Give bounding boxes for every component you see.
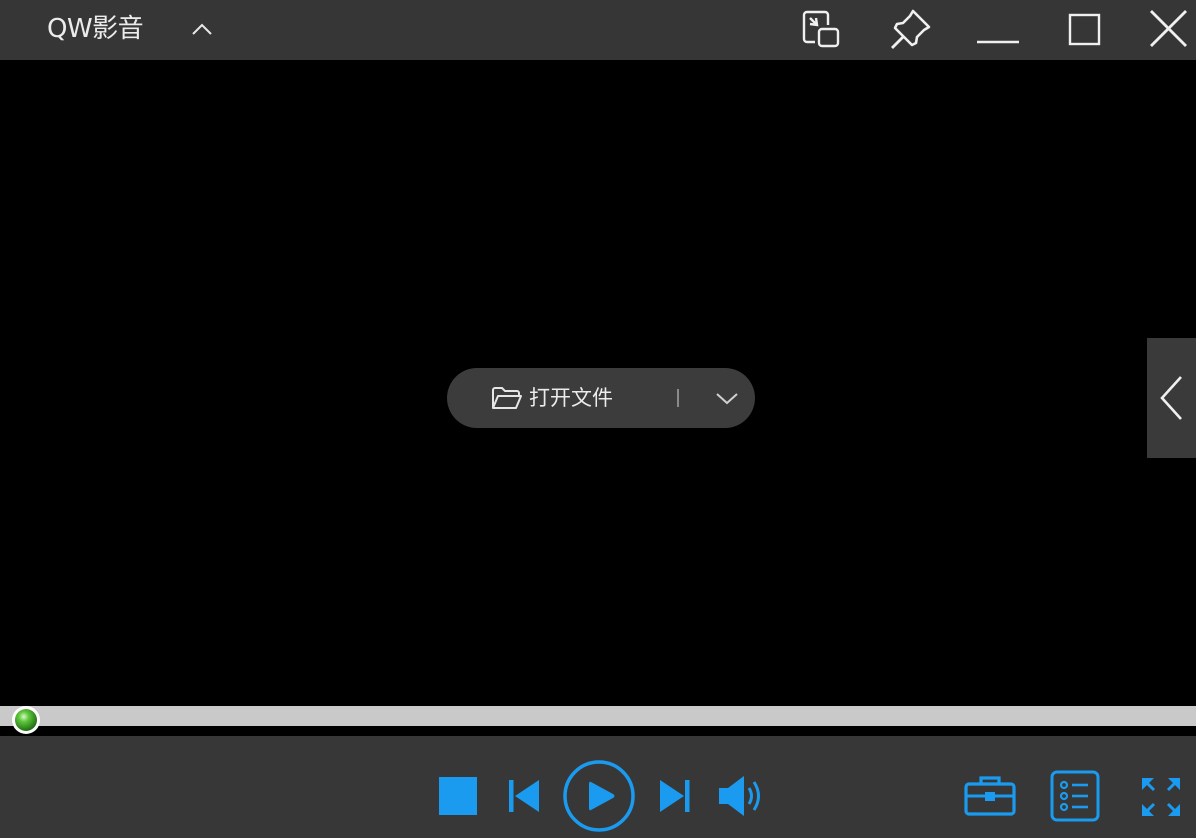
minimize-button[interactable]	[973, 5, 1023, 55]
minimize-icon	[977, 40, 1019, 44]
mini-mode-icon	[802, 10, 840, 48]
maximize-icon	[1068, 13, 1101, 46]
open-file-control: 打开文件	[447, 368, 755, 428]
seek-knob[interactable]	[11, 705, 41, 735]
fullscreen-button[interactable]	[1138, 774, 1184, 820]
open-file-label: 打开文件	[529, 386, 613, 410]
volume-button[interactable]	[716, 774, 764, 818]
side-panel-toggle[interactable]	[1147, 338, 1196, 458]
control-bar	[0, 736, 1196, 838]
chevron-down-icon	[716, 393, 738, 405]
maximize-button[interactable]	[1059, 5, 1109, 55]
fullscreen-icon	[1142, 778, 1180, 816]
seek-knob-icon	[12, 706, 40, 734]
title-bar: QW影音	[0, 0, 1196, 60]
seek-bar[interactable]	[0, 706, 1196, 726]
next-icon	[660, 780, 690, 812]
play-button[interactable]	[562, 759, 636, 833]
pin-icon	[891, 9, 931, 49]
play-icon	[563, 760, 635, 832]
stop-button[interactable]	[438, 776, 478, 816]
folder-icon	[492, 387, 522, 409]
pin-button[interactable]	[885, 5, 935, 55]
close-icon	[1150, 10, 1187, 47]
seek-bar-gap	[0, 726, 1196, 736]
previous-button[interactable]	[505, 778, 543, 814]
open-file-button[interactable]: 打开文件	[447, 368, 667, 428]
volume-icon	[719, 776, 760, 816]
stop-icon	[439, 777, 477, 815]
playlist-button[interactable]	[1050, 770, 1100, 822]
collapse-menu-button[interactable]	[186, 14, 218, 46]
toolbox-icon	[964, 776, 1016, 816]
previous-icon	[509, 780, 539, 812]
chevron-left-icon	[1160, 376, 1182, 420]
open-file-divider	[677, 389, 679, 407]
close-button[interactable]	[1144, 5, 1194, 55]
chevron-up-icon	[192, 23, 212, 35]
open-file-dropdown[interactable]	[709, 382, 745, 414]
playlist-icon	[1050, 770, 1100, 822]
toolbox-button[interactable]	[962, 774, 1018, 818]
next-button[interactable]	[655, 778, 693, 814]
mini-mode-button[interactable]	[796, 5, 846, 55]
app-title: QW影音	[47, 14, 144, 44]
